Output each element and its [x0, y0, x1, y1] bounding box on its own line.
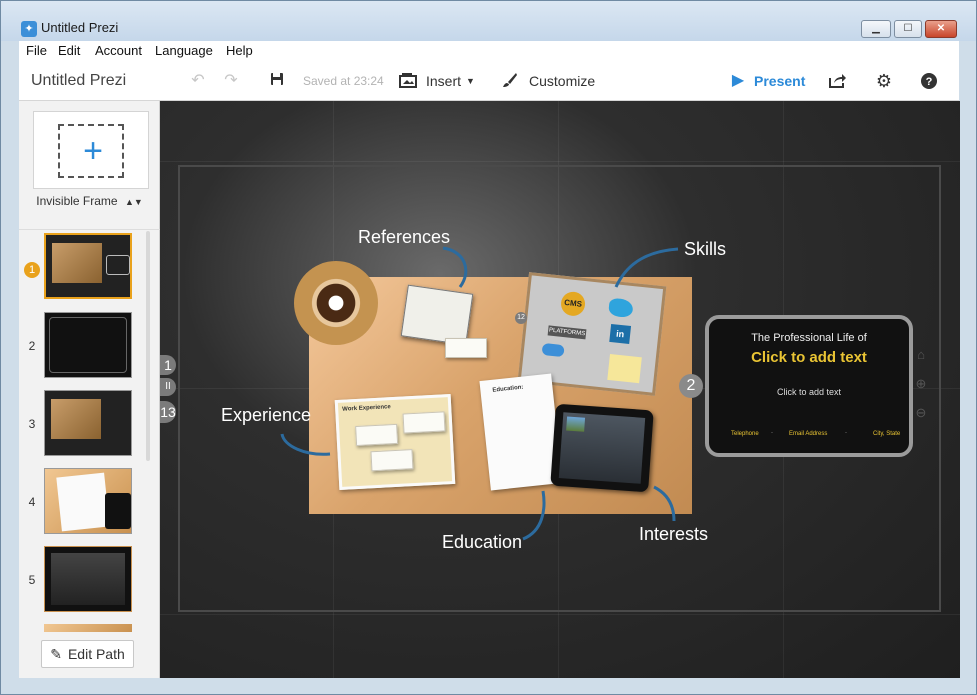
customize-brush-icon[interactable]: [501, 72, 519, 90]
menu-edit[interactable]: Edit: [58, 43, 80, 58]
path-step-marker[interactable]: 12: [515, 312, 527, 324]
saved-status: Saved at 23:24: [303, 74, 384, 88]
share-icon[interactable]: [829, 72, 847, 90]
ipad-preview: [105, 493, 131, 529]
desk-preview: [52, 243, 102, 283]
add-frame-button[interactable]: +: [33, 111, 149, 189]
frame-type-select[interactable]: Invisible Frame ▲▼: [19, 194, 160, 208]
menu-language[interactable]: Language: [155, 43, 213, 58]
prezi-app-icon: ✦: [21, 21, 37, 37]
footer-city[interactable]: City, State: [873, 431, 900, 437]
path-step-2-marker[interactable]: 2: [679, 374, 703, 398]
thumbnail-number: 5: [28, 573, 36, 587]
title-bar[interactable]: ✦ Untitled Prezi ▁ ☐ ✕: [1, 1, 976, 41]
pencil-icon: ✎: [50, 646, 62, 662]
prezi-canvas[interactable]: CMS PLATFORMS in Work Experience Educati…: [160, 101, 960, 678]
frame-thumbnail-2[interactable]: [44, 312, 132, 378]
frame-thumbnail-6-partial[interactable]: [44, 624, 132, 632]
frames-sidebar: + Invisible Frame ▲▼ 1 2 3 4 5 ✎ Edit Pa…: [19, 101, 160, 678]
home-icon[interactable]: ⌂: [911, 345, 931, 365]
svg-text:?: ?: [926, 76, 933, 88]
dashed-frame-outline: +: [58, 124, 124, 178]
footer-separator: -: [845, 430, 847, 436]
insert-dropdown-caret-icon[interactable]: ▼: [466, 61, 475, 101]
zoom-out-icon[interactable]: ⊖: [911, 403, 931, 423]
edit-path-button[interactable]: ✎ Edit Path: [41, 640, 134, 668]
thumbnail-scrollbar[interactable]: [146, 231, 150, 461]
present-play-icon[interactable]: ▶: [729, 72, 747, 90]
settings-gear-icon[interactable]: ⚙: [875, 72, 893, 90]
customize-button[interactable]: Customize: [529, 61, 595, 101]
frame-preview: [49, 317, 127, 373]
minimize-button[interactable]: ▁: [861, 20, 891, 38]
plus-icon: +: [83, 132, 103, 170]
thumbnail-number: 3: [28, 417, 36, 431]
frame-thumbnail-3[interactable]: [44, 390, 132, 456]
toolbar: Untitled Prezi ↶ ↷ Saved at 23:24 Insert…: [19, 61, 959, 101]
thumbnail-number: 2: [28, 339, 36, 353]
edit-path-label: Edit Path: [67, 646, 125, 662]
close-button[interactable]: ✕: [925, 20, 957, 38]
title-frame[interactable]: The Professional Life of Click to add te…: [705, 315, 913, 457]
window-title: Untitled Prezi: [41, 20, 119, 35]
desk-preview: [51, 399, 101, 439]
frame-subtext[interactable]: Click to add text: [709, 387, 909, 397]
menu-file[interactable]: File: [26, 43, 47, 58]
frame-thumbnail-list: 1 2 3 4 5: [19, 229, 160, 632]
insert-button[interactable]: Insert: [426, 61, 461, 101]
select-caret-icon: ▲▼: [124, 197, 143, 207]
thumbnail-number: 4: [28, 495, 36, 509]
frame-click-to-add-text[interactable]: Click to add text: [709, 349, 909, 366]
frame-thumbnail-5[interactable]: [44, 546, 132, 612]
document-title[interactable]: Untitled Prezi: [31, 61, 126, 101]
menu-help[interactable]: Help: [226, 43, 253, 58]
frame-thumbnail-4[interactable]: [44, 468, 132, 534]
redo-icon[interactable]: ↷: [222, 72, 240, 90]
footer-email[interactable]: Email Address: [789, 431, 827, 437]
help-icon[interactable]: ?: [920, 72, 938, 90]
frame-type-label: Invisible Frame: [36, 194, 118, 208]
path-step-last[interactable]: 13: [160, 401, 176, 423]
zoom-in-icon[interactable]: ⊕: [911, 374, 931, 394]
thumbnail-number: 1: [24, 262, 40, 278]
menu-bar: File Edit Account Language Help: [19, 41, 959, 61]
maximize-button[interactable]: ☐: [894, 20, 922, 38]
footer-separator: -: [771, 430, 773, 436]
frame-title-text[interactable]: The Professional Life of: [709, 332, 909, 344]
footer-telephone[interactable]: Telephone: [731, 431, 759, 437]
save-icon[interactable]: [268, 72, 286, 90]
undo-icon[interactable]: ↶: [189, 72, 207, 90]
notebook-preview: [56, 472, 110, 532]
insert-icon[interactable]: [399, 72, 417, 90]
frame-thumbnail-1[interactable]: [44, 233, 132, 299]
frame-preview: [106, 255, 130, 275]
present-button[interactable]: Present: [754, 61, 805, 101]
app-window: ✦ Untitled Prezi ▁ ☐ ✕ File Edit Account…: [0, 0, 977, 695]
menu-account[interactable]: Account: [95, 43, 142, 58]
ipad-screen-preview: [51, 553, 125, 605]
